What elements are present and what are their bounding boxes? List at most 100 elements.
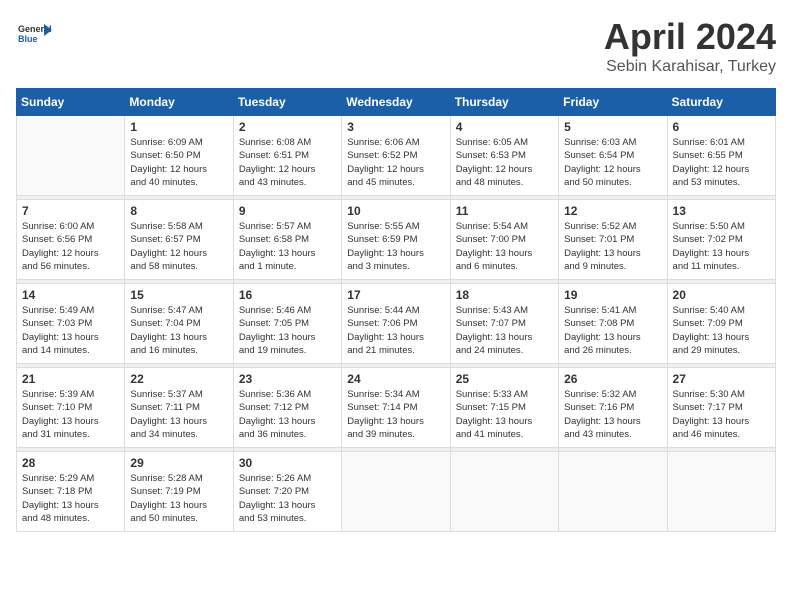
- calendar-day-cell: 22Sunrise: 5:37 AM Sunset: 7:11 PM Dayli…: [125, 368, 233, 448]
- day-info: Sunrise: 5:32 AM Sunset: 7:16 PM Dayligh…: [564, 388, 661, 441]
- day-number: 6: [673, 120, 770, 134]
- day-of-week-header: Thursday: [450, 89, 558, 116]
- calendar-week-row: 28 Sunrise: 5:29 AM Sunset: 7:18 PM Dayli…: [17, 452, 776, 532]
- day-number: 13: [673, 204, 770, 218]
- calendar-day-cell: [342, 452, 450, 532]
- day-of-week-header: Wednesday: [342, 89, 450, 116]
- day-number: 8: [130, 204, 227, 218]
- day-info: Sunrise: 5:30 AM Sunset: 7:17 PM Dayligh…: [673, 388, 770, 441]
- day-number: 28: [22, 456, 119, 470]
- calendar-day-cell: 28 Sunrise: 5:29 AM Sunset: 7:18 PM Dayli…: [17, 452, 125, 532]
- day-of-week-header: Sunday: [17, 89, 125, 116]
- calendar-day-cell: 10Sunrise: 5:55 AM Sunset: 6:59 PM Dayli…: [342, 200, 450, 280]
- day-info: Sunrise: 5:43 AM Sunset: 7:07 PM Dayligh…: [456, 304, 553, 357]
- day-number: 3: [347, 120, 444, 134]
- calendar-header-row: SundayMondayTuesdayWednesdayThursdayFrid…: [17, 89, 776, 116]
- day-number: 20: [673, 288, 770, 302]
- calendar-day-cell: [559, 452, 667, 532]
- calendar-day-cell: 20 Sunrise: 5:40 AM Sunset: 7:09 PM Dayli…: [667, 284, 775, 364]
- month-title: April 2024: [604, 16, 776, 58]
- calendar-day-cell: 24 Sunrise: 5:34 AM Sunset: 7:14 PM Dayli…: [342, 368, 450, 448]
- day-info: Sunrise: 6:03 AM Sunset: 6:54 PM Dayligh…: [564, 136, 661, 189]
- calendar-day-cell: 14 Sunrise: 5:49 AM Sunset: 7:03 PM Dayli…: [17, 284, 125, 364]
- calendar-day-cell: 6Sunrise: 6:01 AM Sunset: 6:55 PM Daylig…: [667, 116, 775, 196]
- day-info: Sunrise: 5:41 AM Sunset: 7:08 PM Dayligh…: [564, 304, 661, 357]
- day-number: 9: [239, 204, 336, 218]
- day-info: Sunrise: 5:40 AM Sunset: 7:09 PM Dayligh…: [673, 304, 770, 357]
- day-number: 26: [564, 372, 661, 386]
- calendar-day-cell: 2 Sunrise: 6:08 AM Sunset: 6:51 PM Daylig…: [233, 116, 341, 196]
- calendar-week-row: 21Sunrise: 5:39 AM Sunset: 7:10 PM Dayli…: [17, 368, 776, 448]
- calendar-day-cell: [667, 452, 775, 532]
- logo-svg: General Blue: [16, 16, 52, 52]
- location-title: Sebin Karahisar, Turkey: [604, 58, 776, 76]
- calendar-day-cell: 13 Sunrise: 5:50 AM Sunset: 7:02 PM Dayli…: [667, 200, 775, 280]
- day-number: 1: [130, 120, 227, 134]
- calendar-day-cell: [17, 116, 125, 196]
- day-info: Sunrise: 5:57 AM Sunset: 6:58 PM Dayligh…: [239, 220, 336, 273]
- day-number: 16: [239, 288, 336, 302]
- day-info: Sunrise: 5:52 AM Sunset: 7:01 PM Dayligh…: [564, 220, 661, 273]
- day-info: Sunrise: 5:34 AM Sunset: 7:14 PM Dayligh…: [347, 388, 444, 441]
- day-info: Sunrise: 5:29 AM Sunset: 7:18 PM Dayligh…: [22, 472, 119, 525]
- day-info: Sunrise: 5:49 AM Sunset: 7:03 PM Dayligh…: [22, 304, 119, 357]
- day-info: Sunrise: 6:00 AM Sunset: 6:56 PM Dayligh…: [22, 220, 119, 273]
- page-header: General Blue April 2024 Sebin Karahisar,…: [16, 16, 776, 76]
- day-of-week-header: Friday: [559, 89, 667, 116]
- day-info: Sunrise: 6:08 AM Sunset: 6:51 PM Dayligh…: [239, 136, 336, 189]
- day-number: 29: [130, 456, 227, 470]
- calendar-week-row: 14 Sunrise: 5:49 AM Sunset: 7:03 PM Dayli…: [17, 284, 776, 364]
- calendar-day-cell: [450, 452, 558, 532]
- calendar-day-cell: 7 Sunrise: 6:00 AM Sunset: 6:56 PM Daylig…: [17, 200, 125, 280]
- day-number: 17: [347, 288, 444, 302]
- day-number: 21: [22, 372, 119, 386]
- day-number: 14: [22, 288, 119, 302]
- calendar-day-cell: 8Sunrise: 5:58 AM Sunset: 6:57 PM Daylig…: [125, 200, 233, 280]
- day-number: 23: [239, 372, 336, 386]
- calendar-day-cell: 26 Sunrise: 5:32 AM Sunset: 7:16 PM Dayli…: [559, 368, 667, 448]
- calendar-day-cell: 1Sunrise: 6:09 AM Sunset: 6:50 PM Daylig…: [125, 116, 233, 196]
- calendar-day-cell: 15 Sunrise: 5:47 AM Sunset: 7:04 PM Dayli…: [125, 284, 233, 364]
- day-of-week-header: Saturday: [667, 89, 775, 116]
- day-number: 4: [456, 120, 553, 134]
- day-number: 12: [564, 204, 661, 218]
- svg-text:Blue: Blue: [18, 34, 38, 44]
- calendar-day-cell: 29 Sunrise: 5:28 AM Sunset: 7:19 PM Dayli…: [125, 452, 233, 532]
- calendar-day-cell: 23 Sunrise: 5:36 AM Sunset: 7:12 PM Dayli…: [233, 368, 341, 448]
- day-number: 15: [130, 288, 227, 302]
- calendar-week-row: 7 Sunrise: 6:00 AM Sunset: 6:56 PM Daylig…: [17, 200, 776, 280]
- calendar-day-cell: 3 Sunrise: 6:06 AM Sunset: 6:52 PM Daylig…: [342, 116, 450, 196]
- day-info: Sunrise: 5:37 AM Sunset: 7:11 PM Dayligh…: [130, 388, 227, 441]
- day-info: Sunrise: 5:28 AM Sunset: 7:19 PM Dayligh…: [130, 472, 227, 525]
- day-of-week-header: Monday: [125, 89, 233, 116]
- day-info: Sunrise: 5:47 AM Sunset: 7:04 PM Dayligh…: [130, 304, 227, 357]
- calendar-day-cell: 21Sunrise: 5:39 AM Sunset: 7:10 PM Dayli…: [17, 368, 125, 448]
- day-number: 5: [564, 120, 661, 134]
- day-info: Sunrise: 5:36 AM Sunset: 7:12 PM Dayligh…: [239, 388, 336, 441]
- title-block: April 2024 Sebin Karahisar, Turkey: [604, 16, 776, 76]
- day-info: Sunrise: 6:06 AM Sunset: 6:52 PM Dayligh…: [347, 136, 444, 189]
- day-of-week-header: Tuesday: [233, 89, 341, 116]
- calendar-day-cell: 19 Sunrise: 5:41 AM Sunset: 7:08 PM Dayli…: [559, 284, 667, 364]
- day-info: Sunrise: 5:26 AM Sunset: 7:20 PM Dayligh…: [239, 472, 336, 525]
- day-number: 25: [456, 372, 553, 386]
- day-number: 2: [239, 120, 336, 134]
- day-number: 24: [347, 372, 444, 386]
- calendar-day-cell: 11 Sunrise: 5:54 AM Sunset: 7:00 PM Dayli…: [450, 200, 558, 280]
- calendar-day-cell: 17Sunrise: 5:44 AM Sunset: 7:06 PM Dayli…: [342, 284, 450, 364]
- calendar-week-row: 1Sunrise: 6:09 AM Sunset: 6:50 PM Daylig…: [17, 116, 776, 196]
- day-info: Sunrise: 5:50 AM Sunset: 7:02 PM Dayligh…: [673, 220, 770, 273]
- calendar-day-cell: 25 Sunrise: 5:33 AM Sunset: 7:15 PM Dayli…: [450, 368, 558, 448]
- day-info: Sunrise: 5:54 AM Sunset: 7:00 PM Dayligh…: [456, 220, 553, 273]
- day-number: 19: [564, 288, 661, 302]
- day-info: Sunrise: 5:33 AM Sunset: 7:15 PM Dayligh…: [456, 388, 553, 441]
- calendar-day-cell: 5 Sunrise: 6:03 AM Sunset: 6:54 PM Daylig…: [559, 116, 667, 196]
- logo: General Blue: [16, 16, 52, 52]
- calendar-day-cell: 30Sunrise: 5:26 AM Sunset: 7:20 PM Dayli…: [233, 452, 341, 532]
- day-number: 27: [673, 372, 770, 386]
- day-info: Sunrise: 6:05 AM Sunset: 6:53 PM Dayligh…: [456, 136, 553, 189]
- day-number: 7: [22, 204, 119, 218]
- day-info: Sunrise: 5:46 AM Sunset: 7:05 PM Dayligh…: [239, 304, 336, 357]
- day-number: 10: [347, 204, 444, 218]
- day-number: 11: [456, 204, 553, 218]
